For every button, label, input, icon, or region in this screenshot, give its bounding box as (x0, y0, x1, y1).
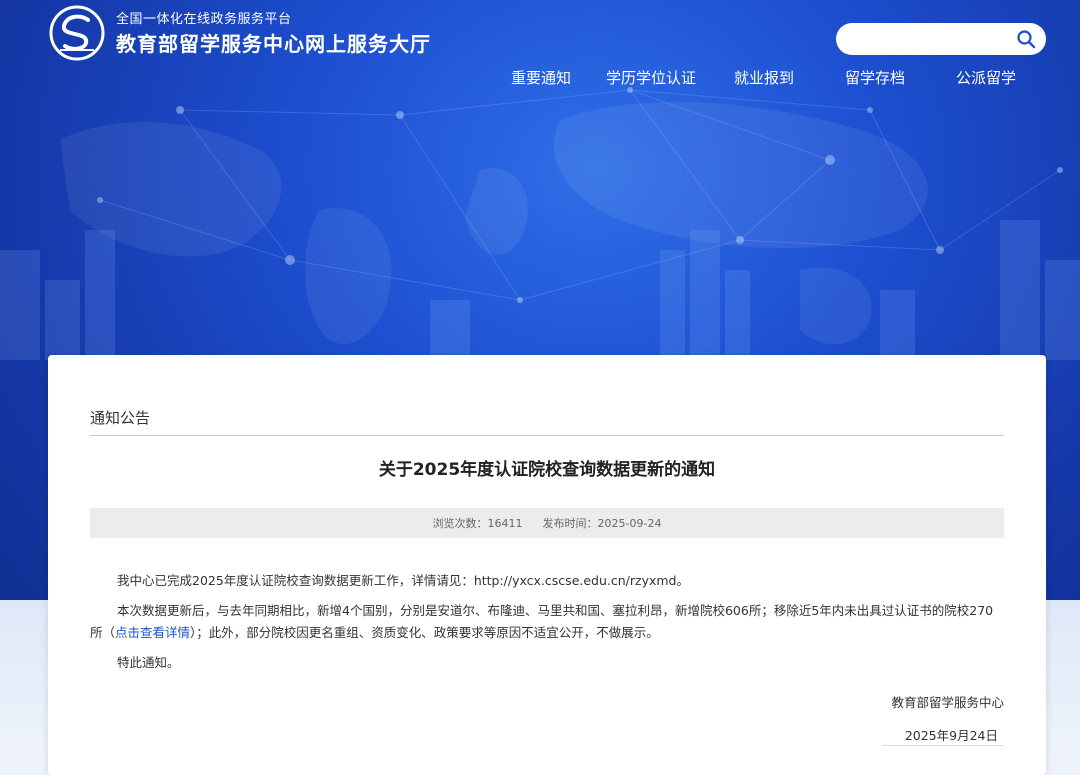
section-divider (90, 435, 1004, 436)
view-count: 浏览次数：16411 (433, 515, 523, 531)
article-card: 通知公告 关于2025年度认证院校查询数据更新的通知 浏览次数：16411 发布… (48, 355, 1046, 775)
paragraph-2: 本次数据更新后，与去年同期相比，新增4个国别，分别是安道尔、布隆迪、马里共和国、… (90, 600, 1004, 644)
search-icon[interactable] (1016, 29, 1036, 49)
article-meta-bar: 浏览次数：16411 发布时间：2025-09-24 (90, 508, 1004, 538)
signature: 教育部留学服务中心 (891, 695, 1004, 710)
nav-item-degree-certification[interactable]: 学历学位认证 (606, 67, 696, 88)
nav-item-important-notices[interactable]: 重要通知 (511, 67, 571, 88)
site-title[interactable]: 教育部留学服务中心网上服务大厅 (116, 28, 431, 57)
nav-item-government-sponsored-study[interactable]: 公派留学 (956, 67, 1016, 88)
nav-item-employment-registration[interactable]: 就业报到 (734, 67, 794, 88)
view-details-link[interactable]: 点击查看详情 (115, 625, 190, 640)
search-input[interactable] (850, 30, 1016, 48)
paragraph-2-text-after: ）；此外，部分院校因更名重组、资质变化、政策要求等原因不适宜公开，不做展示。 (190, 625, 659, 640)
publish-date-value: 2025-09-24 (597, 517, 662, 530)
paragraph-3: 特此通知。 (117, 655, 180, 670)
cscse-logo-icon[interactable] (48, 4, 106, 62)
publish-date: 发布时间：2025-09-24 (543, 515, 662, 531)
section-title[interactable]: 通知公告 (90, 407, 150, 428)
article-title: 关于2025年度认证院校查询数据更新的通知 (378, 460, 716, 480)
view-count-label: 浏览次数： (432, 517, 488, 530)
article-date: 2025年9月24日 (904, 728, 998, 743)
paragraph-1: 我中心已完成2025年度认证院校查询数据更新工作，详情请见：http://yxc… (117, 573, 689, 588)
platform-subtitle: 全国一体化在线政务服务平台 (116, 12, 292, 27)
view-count-value: 16411 (487, 517, 523, 530)
search-box (836, 23, 1046, 55)
nav-item-study-abroad-archive[interactable]: 留学存档 (845, 67, 905, 88)
publish-date-label: 发布时间： (542, 517, 598, 530)
article-body: 我中心已完成2025年度认证院校查询数据更新工作，详情请见：http://yxc… (90, 570, 1004, 682)
date-underline (882, 745, 1004, 746)
